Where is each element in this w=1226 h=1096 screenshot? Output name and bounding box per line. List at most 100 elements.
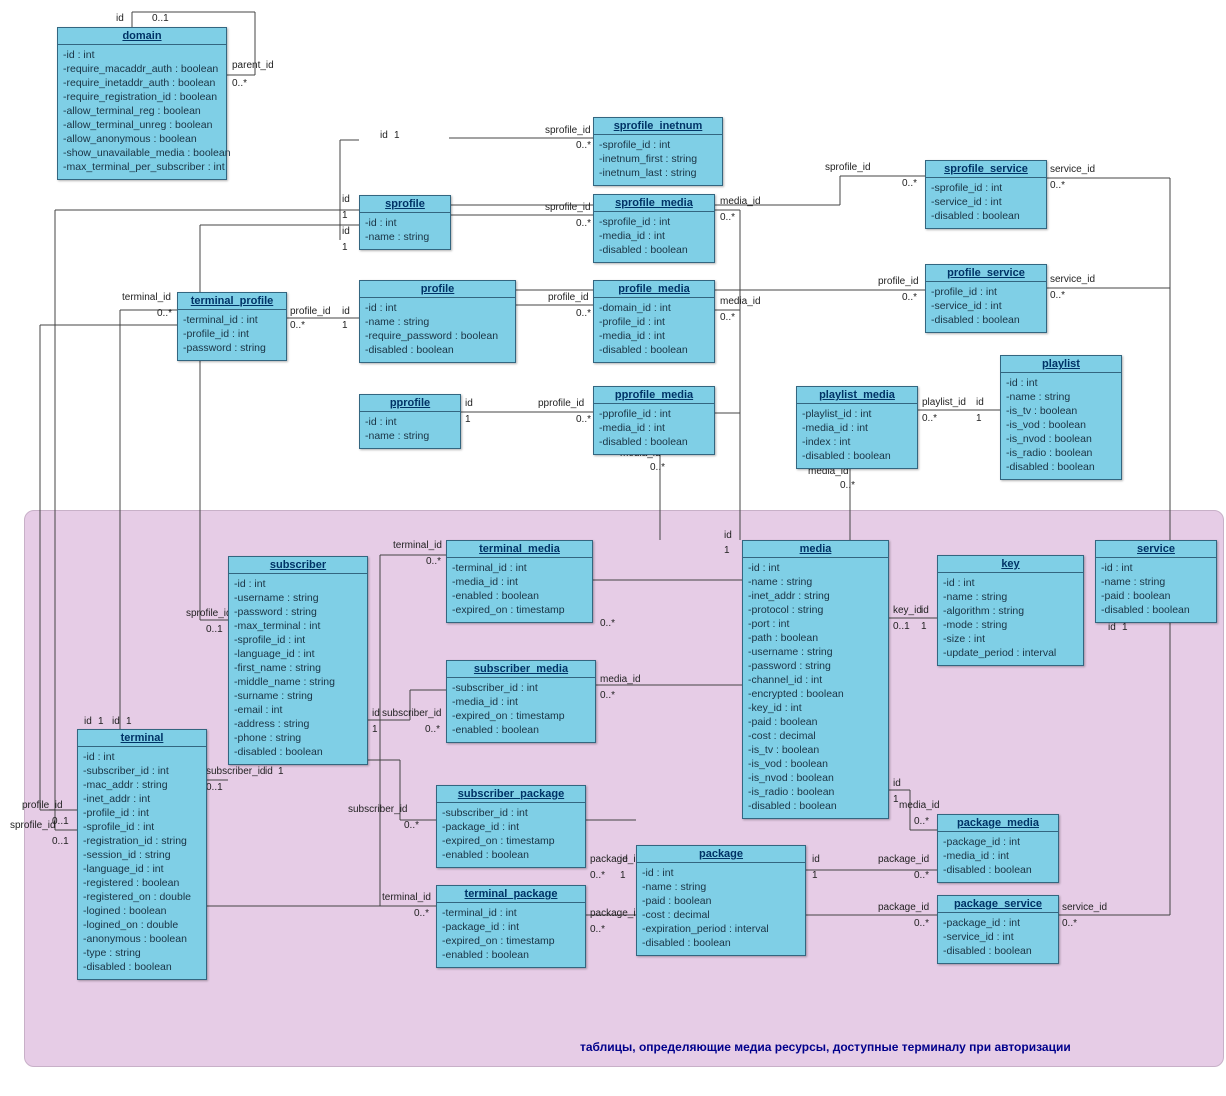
lbl: key_id <box>893 605 922 616</box>
lbl: 1 <box>342 242 348 253</box>
entity-attribute: -disabled : boolean <box>83 960 201 974</box>
lbl: 1 <box>724 545 730 556</box>
lbl: parent_id <box>232 60 274 71</box>
entity-sprofile_media: sprofile_media-sprofile_id : int-media_i… <box>593 194 715 263</box>
entity-attribute: -service_id : int <box>931 299 1041 313</box>
entity-body: -playlist_id : int-media_id : int-index … <box>797 404 917 468</box>
entity-attribute: -require_password : boolean <box>365 329 510 343</box>
lbl: terminal_id <box>122 292 171 303</box>
entity-attribute: -subscriber_id : int <box>442 806 580 820</box>
lbl: 1 <box>126 716 132 727</box>
entity-attribute: -is_radio : boolean <box>1006 446 1116 460</box>
entity-attribute: -language_id : int <box>234 647 362 661</box>
entity-title: subscriber <box>229 557 367 574</box>
entity-attribute: -password : string <box>183 341 281 355</box>
lbl: id <box>465 398 473 409</box>
entity-attribute: -enabled : boolean <box>452 723 590 737</box>
entity-package_media: package_media-package_id : int-media_id … <box>937 814 1059 883</box>
entity-attribute: -mode : string <box>943 618 1078 632</box>
lbl: 0..* <box>290 320 305 331</box>
entity-title: subscriber_media <box>447 661 595 678</box>
entity-attribute: -id : int <box>234 577 362 591</box>
lbl: id <box>620 854 628 865</box>
entity-attribute: -is_vod : boolean <box>748 757 883 771</box>
lbl: media_id <box>600 674 641 685</box>
entity-attribute: -media_id : int <box>599 229 709 243</box>
entity-attribute: -name : string <box>365 230 445 244</box>
lbl: terminal_id <box>393 540 442 551</box>
entity-attribute: -registration_id : string <box>83 834 201 848</box>
entity-body: -subscriber_id : int-media_id : int-expi… <box>447 678 595 742</box>
entity-attribute: -id : int <box>83 750 201 764</box>
entity-attribute: -cost : decimal <box>642 908 800 922</box>
entity-attribute: -id : int <box>365 216 445 230</box>
entity-attribute: -require_registration_id : boolean <box>63 90 221 104</box>
lbl: 0..* <box>600 690 615 701</box>
lbl: service_id <box>1062 902 1107 913</box>
entity-attribute: -allow_anonymous : boolean <box>63 132 221 146</box>
entity-attribute: -channel_id : int <box>748 673 883 687</box>
entity-attribute: -package_id : int <box>943 835 1053 849</box>
entity-attribute: -phone : string <box>234 731 362 745</box>
lbl: 1 <box>342 320 348 331</box>
entity-profile_service: profile_service-profile_id : int-service… <box>925 264 1047 333</box>
lbl: 0..* <box>576 218 591 229</box>
entity-attribute: -index : int <box>802 435 912 449</box>
entity-attribute: -is_tv : boolean <box>748 743 883 757</box>
entity-attribute: -expired_on : timestamp <box>442 834 580 848</box>
entity-attribute: -enabled : boolean <box>442 948 580 962</box>
entity-body: -id : int-username : string-password : s… <box>229 574 367 764</box>
entity-attribute: -anonymous : boolean <box>83 932 201 946</box>
entity-title: playlist <box>1001 356 1121 373</box>
entity-body: -id : int-subscriber_id : int-mac_addr :… <box>78 747 206 979</box>
entity-terminal_media: terminal_media-terminal_id : int-media_i… <box>446 540 593 623</box>
lbl: 1 <box>921 621 927 632</box>
entity-attribute: -enabled : boolean <box>442 848 580 862</box>
lbl: id <box>893 778 901 789</box>
lbl: 0..* <box>232 78 247 89</box>
lbl: service_id <box>1050 164 1095 175</box>
entity-attribute: -is_nvod : boolean <box>1006 432 1116 446</box>
entity-attribute: -surname : string <box>234 689 362 703</box>
entity-attribute: -email : int <box>234 703 362 717</box>
diagram-container: id 0..1 parent_id 0..* sprofile_id 0..* … <box>0 0 1226 1096</box>
entity-attribute: -mac_addr : string <box>83 778 201 792</box>
entity-profile: profile-id : int-name : string-require_p… <box>359 280 516 363</box>
entity-attribute: -id : int <box>63 48 221 62</box>
entity-attribute: -cost : decimal <box>748 729 883 743</box>
entity-body: -pprofile_id : int-media_id : int-disabl… <box>594 404 714 454</box>
lbl: id <box>1108 622 1116 633</box>
entity-body: -profile_id : int-service_id : int-disab… <box>926 282 1046 332</box>
entity-attribute: -name : string <box>1006 390 1116 404</box>
entity-attribute: -max_terminal_per_subscriber : int <box>63 160 221 174</box>
entity-title: package <box>637 846 805 863</box>
lbl: 0..* <box>157 308 172 319</box>
entity-attribute: -allow_terminal_unreg : boolean <box>63 118 221 132</box>
entity-package_service: package_service-package_id : int-service… <box>937 895 1059 964</box>
entity-attribute: -playlist_id : int <box>802 407 912 421</box>
entity-body: -id : int-name : string-inet_addr : stri… <box>743 558 888 818</box>
entity-attribute: -id : int <box>1006 376 1116 390</box>
entity-key: key-id : int-name : string-algorithm : s… <box>937 555 1084 666</box>
lbl: 1 <box>278 766 284 777</box>
entity-subscriber: subscriber-id : int-username : string-pa… <box>228 556 368 765</box>
lbl: subscriber_id <box>348 804 407 815</box>
lbl: 1 <box>372 724 378 735</box>
lbl: 0..1 <box>52 836 69 847</box>
lbl: 0..* <box>902 292 917 303</box>
entity-attribute: -expired_on : timestamp <box>442 934 580 948</box>
lbl: 1 <box>620 870 626 881</box>
lbl: sprofile_id <box>186 608 232 619</box>
entity-attribute: -id : int <box>943 576 1078 590</box>
lbl: id <box>342 306 350 317</box>
entity-attribute: -first_name : string <box>234 661 362 675</box>
entity-attribute: -id : int <box>365 301 510 315</box>
entity-title: sprofile <box>360 196 450 213</box>
entity-attribute: -service_id : int <box>931 195 1041 209</box>
entity-attribute: -id : int <box>1101 561 1211 575</box>
entity-attribute: -name : string <box>748 575 883 589</box>
entity-subscriber_package: subscriber_package-subscriber_id : int-p… <box>436 785 586 868</box>
entity-attribute: -key_id : int <box>748 701 883 715</box>
entity-attribute: -sprofile_id : int <box>234 633 362 647</box>
lbl: 0..* <box>902 178 917 189</box>
